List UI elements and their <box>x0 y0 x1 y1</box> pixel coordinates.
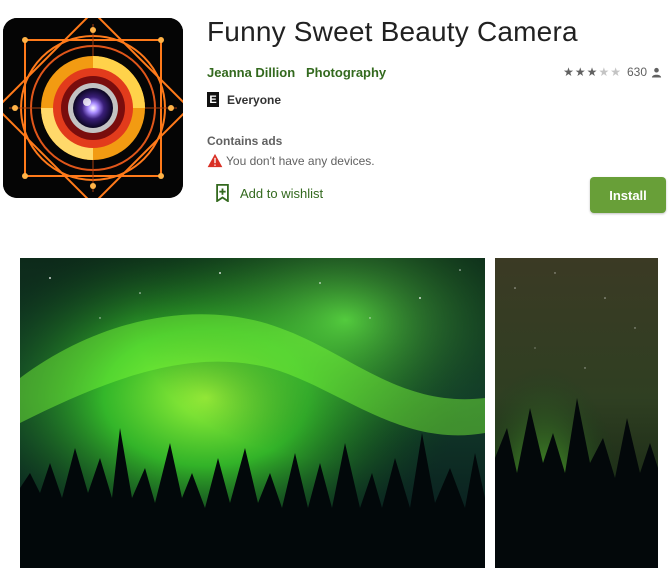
star-rating: ★ ★ ★ ★ ★ <box>563 66 621 78</box>
star-icon: ★ <box>586 65 598 79</box>
star-icon: ★ <box>563 65 574 79</box>
star-icon: ★ <box>598 65 610 79</box>
device-warning-text: You don't have any devices. <box>226 153 375 168</box>
warning-icon <box>207 153 223 168</box>
contains-ads-label: Contains ads <box>207 134 283 148</box>
add-to-wishlist-button[interactable]: Add to wishlist <box>215 184 323 202</box>
category-link[interactable]: Photography <box>306 65 386 80</box>
screenshot-1[interactable] <box>20 258 485 568</box>
developer-link[interactable]: Jeanna Dillion <box>207 65 295 80</box>
app-title: Funny Sweet Beauty Camera <box>207 16 578 47</box>
aurora-screenshot-image <box>20 258 485 568</box>
bookmark-add-icon <box>216 184 229 202</box>
content-rating: E Everyone <box>207 92 281 107</box>
content-rating-label: Everyone <box>227 92 282 107</box>
camera-lens-mandala-icon <box>3 18 183 198</box>
rating-count: 630 <box>626 65 647 79</box>
install-button[interactable]: Install <box>590 177 666 213</box>
star-icon: ★ <box>610 65 621 79</box>
rating-summary: ★ ★ ★ ★ ★ 630 <box>563 65 662 79</box>
person-icon <box>651 67 662 78</box>
screenshot-2[interactable] <box>495 258 658 568</box>
wishlist-label: Add to wishlist <box>240 185 324 201</box>
device-warning: You don't have any devices. <box>207 153 375 168</box>
aurora-screenshot-image <box>495 258 658 568</box>
star-icon: ★ <box>574 65 586 79</box>
esrb-everyone-icon: E <box>207 92 219 107</box>
app-icon <box>3 18 183 198</box>
